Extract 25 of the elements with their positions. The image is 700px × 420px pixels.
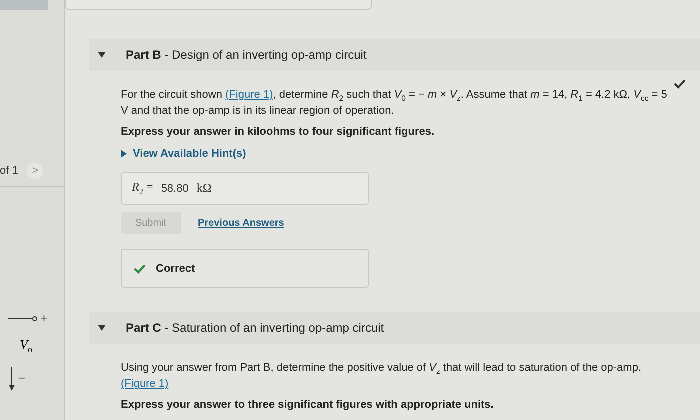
next-button[interactable]: > [26, 162, 44, 180]
page-count: of 1 [0, 165, 18, 177]
minus-sign: − [19, 372, 26, 385]
answer-value: 58.80 [161, 182, 189, 195]
figure-link[interactable]: (Figure 1) [121, 378, 169, 390]
previous-answers-link[interactable]: Previous Answers [198, 218, 284, 229]
feedback-text: Correct [156, 262, 196, 275]
down-arrow-icon [8, 366, 16, 391]
part-header[interactable]: Part C - Saturation of an inverting op-amp circuit [89, 312, 700, 344]
variable-label: R$_{2}$ = [132, 180, 154, 197]
part-header[interactable]: Part B - Design of an inverting op-amp circuit [89, 39, 700, 71]
wire-terminal-icon [8, 316, 38, 322]
part-title: Part B - Design of an inverting op-amp circuit [126, 48, 367, 62]
hint-toggle[interactable]: View Available Hint(s) [121, 148, 246, 160]
unit-label: kΩ [196, 181, 212, 196]
caret-icon [121, 150, 127, 158]
voltage-label: V$_{o}$ [20, 337, 34, 355]
instruction-text: Express your answer to three significant figures with appropriate units. [121, 399, 495, 412]
answer-field[interactable]: R$_{2}$ = 58.80 kΩ [121, 172, 369, 206]
problem-text: Using your answer from Part B, determine the positive value of V$_{z}$ that will lead to saturation of the op-amp. (Figure 1) [121, 362, 642, 392]
problem-text: For the circuit shown (Figure 1), determine R$_{2}$ such that V$_{0}$ = − m × V$_{z}$. Assume that m = 14, R$_{1}$ = 4.2 kΩ, V$_{cc}$ = 5 V and that the op-amp is in its linear region of operation. [121, 89, 668, 118]
figure-link[interactable]: (Figure 1) [226, 89, 274, 101]
instruction-text: Express your answer in kiloohms to four significant figures. [121, 126, 436, 138]
plus-sign: + [41, 313, 48, 325]
part-title: Part C - Saturation of an inverting op-amp circuit [126, 321, 384, 336]
